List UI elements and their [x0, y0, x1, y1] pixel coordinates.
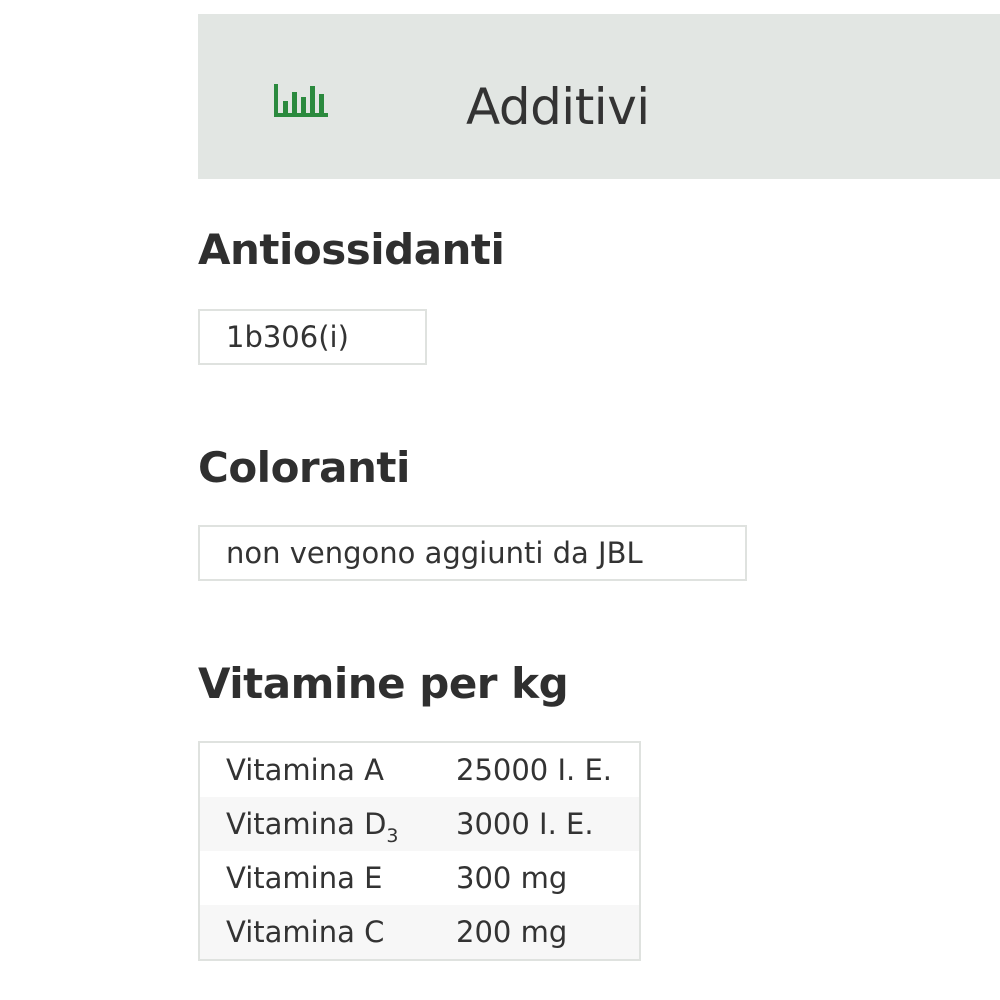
table-row: Vitamina E 300 mg [199, 851, 640, 905]
antioxidants-value: 1b306(i) [198, 309, 427, 365]
vitamin-name: Vitamina D3 [199, 797, 456, 851]
colorants-heading: Coloranti [198, 443, 410, 492]
vitamin-amount: 3000 I. E. [456, 797, 640, 851]
vitamin-name: Vitamina A [226, 753, 384, 787]
page-title: Additivi [466, 78, 650, 136]
vitamin-name: Vitamina E [226, 861, 383, 895]
vitamins-table: Vitamina A 25000 I. E. Vitamina D3 3000 … [198, 741, 641, 961]
vitamin-amount: 200 mg [456, 905, 640, 960]
vitamin-subscript: 3 [386, 825, 399, 847]
colorants-value: non vengono aggiunti da JBL [198, 525, 747, 581]
table-row: Vitamina C 200 mg [199, 905, 640, 960]
vitamins-heading: Vitamine per kg [198, 659, 569, 708]
additives-header: Additivi [198, 14, 1000, 179]
vitamin-amount: 300 mg [456, 861, 568, 895]
bar-chart-icon [274, 84, 328, 117]
vitamin-amount: 25000 I. E. [456, 753, 613, 787]
table-row: Vitamina D3 3000 I. E. [199, 797, 640, 851]
table-row: Vitamina A 25000 I. E. [199, 742, 640, 797]
antioxidants-heading: Antiossidanti [198, 225, 505, 274]
vitamin-name: Vitamina C [199, 905, 456, 960]
